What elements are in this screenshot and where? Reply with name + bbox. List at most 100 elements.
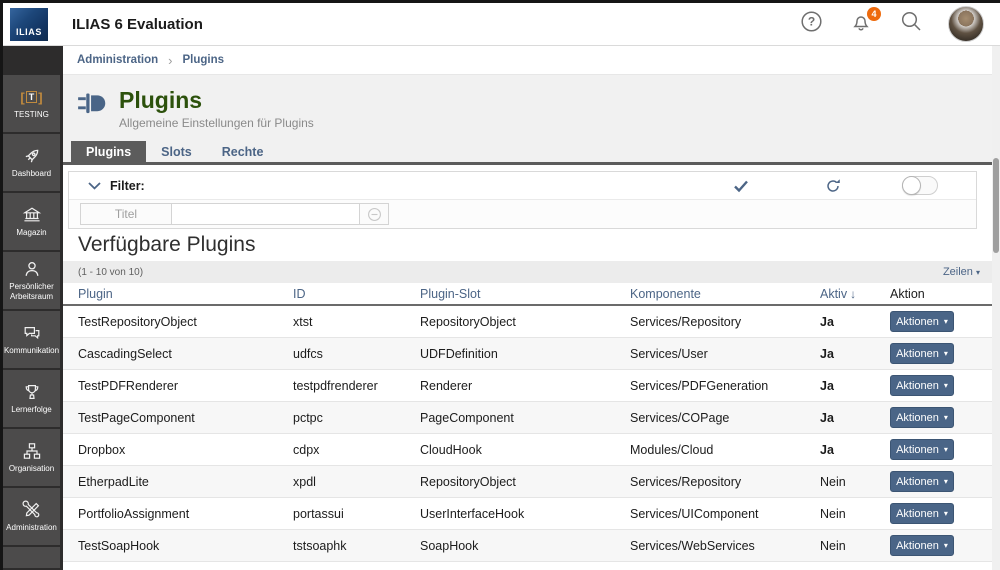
cell-id: pctpc — [293, 411, 420, 425]
cell-component: Services/Repository — [630, 475, 820, 489]
cell-action: Aktionen▾ — [890, 311, 980, 332]
column-label: Aktion — [890, 287, 925, 301]
cell-action: Aktionen▾ — [890, 407, 980, 428]
breadcrumb-plugins[interactable]: Plugins — [182, 54, 224, 66]
notifications-button[interactable]: 4 — [848, 11, 874, 37]
cell-id: portassui — [293, 507, 420, 521]
topbar-actions: ? 4 — [798, 6, 984, 42]
sidebar-item-lernerfolge[interactable]: Lernerfolge — [3, 370, 60, 427]
apply-filter-button[interactable] — [728, 173, 754, 199]
actions-dropdown-button[interactable]: Aktionen▾ — [890, 343, 954, 364]
actions-dropdown-button[interactable]: Aktionen▾ — [890, 535, 954, 556]
column-header-aktiv[interactable]: Aktiv↓ — [820, 287, 890, 301]
actions-dropdown-button[interactable]: Aktionen ▾ — [890, 503, 954, 524]
column-header-komponente[interactable]: Komponente — [630, 287, 820, 301]
tab-slots[interactable]: Slots — [146, 141, 207, 162]
cell-active: Ja — [820, 315, 890, 329]
cell-slot: CloudHook — [420, 443, 630, 457]
breadcrumb-administration[interactable]: Administration — [77, 54, 158, 66]
column-header-id[interactable]: ID — [293, 287, 420, 301]
section-title: Verfügbare Plugins — [78, 233, 992, 257]
chevron-down-icon[interactable] — [88, 182, 101, 190]
sidebar-item-label: Administration — [5, 523, 58, 533]
toggle-knob — [902, 176, 921, 195]
cell-action: Aktionen▾ — [890, 471, 980, 492]
table-row: PortfolioAssignmentportassuiUserInterfac… — [63, 498, 992, 530]
installation-title: ILIAS 6 Evaluation — [72, 16, 203, 33]
cell-component: Services/COPage — [630, 411, 820, 425]
help-button[interactable]: ? — [798, 11, 824, 37]
cell-plugin: Dropbox — [78, 443, 293, 457]
filter-label[interactable]: Filter: — [110, 179, 145, 193]
sidebar-item-organisation[interactable]: Organisation — [3, 429, 60, 486]
caret-down-icon: ▾ — [944, 542, 948, 550]
sidebar-item-label: Magazin — [15, 228, 47, 238]
remove-filter-field-button[interactable] — [360, 203, 389, 225]
user-avatar[interactable] — [948, 6, 984, 42]
reset-filter-button[interactable] — [820, 173, 846, 199]
cell-plugin: TestSoapHook — [78, 539, 293, 553]
scrollbar-thumb[interactable] — [993, 158, 999, 253]
tab-plugins[interactable]: Plugins — [71, 141, 146, 162]
cell-id: xtst — [293, 315, 420, 329]
cell-component: Services/PDFGeneration — [630, 379, 820, 393]
search-icon — [900, 10, 923, 38]
actions-dropdown-button[interactable]: Aktionen▾ — [890, 311, 954, 332]
cell-active: Ja — [820, 443, 890, 457]
cell-component: Modules/Cloud — [630, 443, 820, 457]
repository-building-icon — [22, 205, 42, 225]
table-row: TestPDFRenderertestpdfrendererRendererSe… — [63, 370, 992, 402]
sidebar-item-magazin[interactable]: Magazin — [3, 193, 60, 250]
actions-dropdown-button[interactable]: Aktionen▾ — [890, 439, 954, 460]
column-label: Plugin — [78, 287, 113, 301]
table-row: DropboxcdpxCloudHookModules/CloudJaAktio… — [63, 434, 992, 466]
actions-button-label: Aktionen — [896, 316, 939, 328]
plugin-plug-icon — [78, 92, 107, 120]
sidebar-item-kommunikation[interactable]: Kommunikation — [3, 311, 60, 368]
caret-down-icon: ▾ — [944, 382, 948, 390]
sidebar-item-administration[interactable]: Administration — [3, 488, 60, 545]
sidebar-item-dashboard[interactable]: Dashboard — [3, 134, 60, 191]
help-icon: ? — [800, 10, 823, 38]
actions-button-label: Aktionen — [896, 348, 939, 360]
personal-workspace-icon — [22, 259, 42, 279]
vertical-scrollbar[interactable] — [992, 46, 1000, 570]
breadcrumb: Administration › Plugins — [63, 46, 992, 75]
cell-slot: RepositoryObject — [420, 315, 630, 329]
administration-tools-icon — [22, 500, 42, 520]
cell-active: Ja — [820, 379, 890, 393]
rows-dropdown[interactable]: Zeilen ▾ — [943, 266, 980, 278]
caret-down-icon: ▾ — [944, 478, 948, 486]
sidebar-item-testing[interactable]: [T]TESTING — [3, 75, 60, 132]
caret-down-icon: ▾ — [976, 268, 980, 277]
actions-dropdown-button[interactable]: Aktionen▾ — [890, 407, 954, 428]
achievements-trophy-icon — [22, 382, 42, 402]
column-header-plugin-slot[interactable]: Plugin-Slot — [420, 287, 630, 301]
caret-down-icon: ▾ — [944, 510, 948, 518]
cell-slot: PageComponent — [420, 411, 630, 425]
rows-dropdown-label: Zeilen — [943, 266, 973, 278]
breadcrumb-separator-icon: › — [168, 53, 172, 68]
table-row: TestRepositoryObjectxtstRepositoryObject… — [63, 306, 992, 338]
tab-rechte[interactable]: Rechte — [207, 141, 279, 162]
window-top-border — [0, 0, 1000, 3]
cell-id: testpdfrenderer — [293, 379, 420, 393]
table-row: EtherpadLitexpdlRepositoryObjectServices… — [63, 466, 992, 498]
actions-button-label: Aktionen — [896, 508, 939, 520]
cell-plugin: TestPageComponent — [78, 411, 293, 425]
cell-action: Aktionen▾ — [890, 535, 980, 556]
title-filter-input[interactable] — [172, 203, 360, 225]
bracket-glyph: ] — [38, 90, 42, 105]
sidebar-item-label: Lernerfolge — [10, 405, 52, 415]
column-header-plugin[interactable]: Plugin — [78, 287, 293, 301]
ilias-logo[interactable]: ILIAS — [10, 8, 48, 41]
actions-dropdown-button[interactable]: Aktionen▾ — [890, 375, 954, 396]
filter-toggle-switch[interactable] — [902, 176, 938, 195]
window-left-border — [0, 0, 3, 570]
search-button[interactable] — [898, 11, 924, 37]
actions-dropdown-button[interactable]: Aktionen▾ — [890, 471, 954, 492]
page-header: Plugins Allgemeine Einstellungen für Plu… — [63, 75, 992, 141]
sidebar-item-arbeitsraum[interactable]: Persönlicher Arbeitsraum — [3, 252, 60, 309]
cell-slot: UDFDefinition — [420, 347, 630, 361]
cell-plugin: CascadingSelect — [78, 347, 293, 361]
